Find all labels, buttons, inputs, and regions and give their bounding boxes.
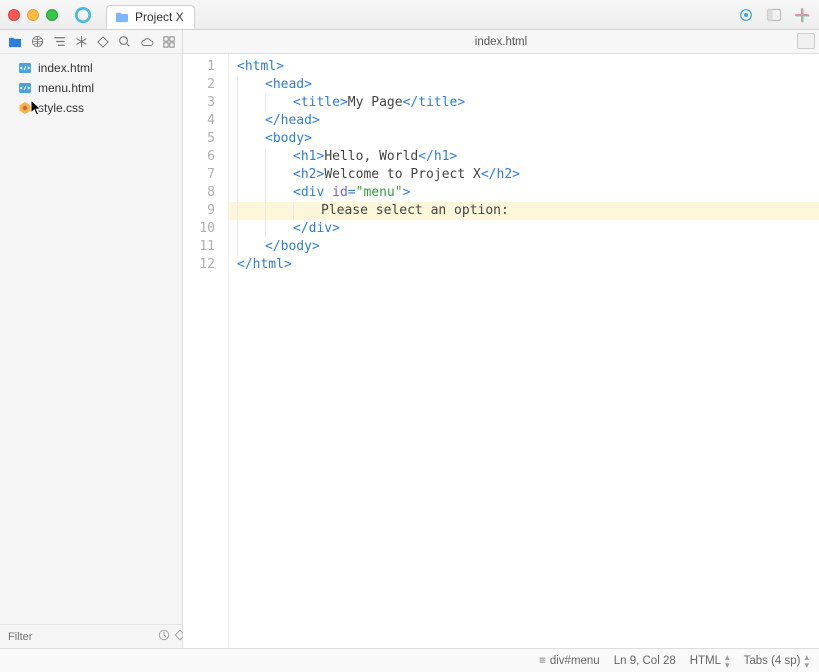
file-tree: index.html menu.html style.css	[0, 54, 182, 624]
editor-split-toggle[interactable]	[797, 33, 815, 49]
file-item-index-html[interactable]: index.html	[0, 58, 182, 78]
updown-icon: ▴▾	[725, 653, 730, 669]
line-number: 11	[183, 238, 215, 256]
window-controls	[8, 9, 58, 21]
folder-icon	[115, 11, 129, 23]
line-gutter: 123456789101112	[183, 54, 221, 648]
line-number: 4	[183, 112, 215, 130]
preview-eye-icon[interactable]	[737, 6, 755, 24]
line-number: 10	[183, 220, 215, 238]
indent-picker[interactable]: Tabs (4 sp) ▴▾	[744, 653, 809, 669]
css-file-icon	[18, 101, 32, 115]
grid-icon[interactable]	[163, 35, 175, 49]
titlebar: Project X	[0, 0, 819, 30]
editor-tab-title[interactable]: index.html	[475, 36, 527, 48]
file-item-label: menu.html	[38, 81, 94, 95]
project-tab[interactable]: Project X	[106, 5, 195, 29]
html-file-icon	[18, 81, 32, 95]
code-line[interactable]: <html>	[237, 58, 819, 76]
code-line[interactable]: <div id="menu">	[237, 184, 819, 202]
globe-icon[interactable]	[31, 35, 44, 49]
history-icon[interactable]	[158, 629, 170, 644]
line-number: 7	[183, 166, 215, 184]
language-picker[interactable]: HTML ▴▾	[690, 653, 730, 669]
cursor-position[interactable]: Ln 9, Col 28	[614, 655, 676, 667]
html-file-icon	[18, 61, 32, 75]
search-icon[interactable]	[118, 35, 131, 49]
updown-icon: ▴▾	[804, 653, 809, 669]
statusbar: ≡ div#menu Ln 9, Col 28 HTML ▴▾ Tabs (4 …	[0, 648, 819, 672]
code-line[interactable]: <h2>Welcome to Project X</h2>	[237, 166, 819, 184]
sidebar: index.html menu.html style.css	[0, 30, 183, 648]
project-tab-label: Project X	[135, 10, 184, 24]
line-number: 1	[183, 58, 215, 76]
line-number: 9	[183, 202, 215, 220]
line-number: 5	[183, 130, 215, 148]
folder-view-icon[interactable]	[8, 35, 22, 49]
new-file-plus-icon[interactable]	[793, 6, 811, 24]
app-logo-icon	[74, 6, 92, 24]
layout-toggle-icon[interactable]	[765, 6, 783, 24]
sidebar-toolbar	[0, 30, 182, 54]
line-number: 6	[183, 148, 215, 166]
fold-strip	[221, 54, 229, 648]
diamond-icon[interactable]	[97, 35, 109, 49]
editor-pane: index.html 123456789101112 <html><head><…	[183, 30, 819, 648]
code-line[interactable]: <head>	[237, 76, 819, 94]
code-line[interactable]: Please select an option:	[229, 202, 819, 220]
file-item-menu-html[interactable]: menu.html	[0, 78, 182, 98]
code-line[interactable]: <h1>Hello, World</h1>	[237, 148, 819, 166]
close-window-button[interactable]	[8, 9, 20, 21]
file-item-label: index.html	[38, 61, 93, 75]
line-number: 2	[183, 76, 215, 94]
editor-tabbar: index.html	[183, 30, 819, 54]
code-line[interactable]: </html>	[237, 256, 819, 274]
line-number: 8	[183, 184, 215, 202]
code-line[interactable]: </head>	[237, 112, 819, 130]
filter-input[interactable]	[4, 629, 154, 645]
cloud-icon[interactable]	[140, 35, 154, 49]
snowflake-icon[interactable]	[75, 35, 88, 49]
breadcrumb-icon: ≡	[539, 655, 546, 667]
line-number: 12	[183, 256, 215, 274]
line-number: 3	[183, 94, 215, 112]
sidebar-filter-row	[0, 624, 182, 648]
outline-icon[interactable]	[53, 35, 66, 49]
code-line[interactable]: <body>	[237, 130, 819, 148]
code-content[interactable]: <html><head><title>My Page</title></head…	[229, 54, 819, 648]
code-line[interactable]: <title>My Page</title>	[237, 94, 819, 112]
breadcrumb-text: div#menu	[550, 655, 600, 667]
code-line[interactable]: </body>	[237, 238, 819, 256]
code-editor[interactable]: 123456789101112 <html><head><title>My Pa…	[183, 54, 819, 648]
minimize-window-button[interactable]	[27, 9, 39, 21]
file-item-style-css[interactable]: style.css	[0, 98, 182, 118]
code-line[interactable]: </div>	[237, 220, 819, 238]
breadcrumb[interactable]: ≡ div#menu	[539, 655, 600, 667]
zoom-window-button[interactable]	[46, 9, 58, 21]
file-item-label: style.css	[38, 101, 84, 115]
